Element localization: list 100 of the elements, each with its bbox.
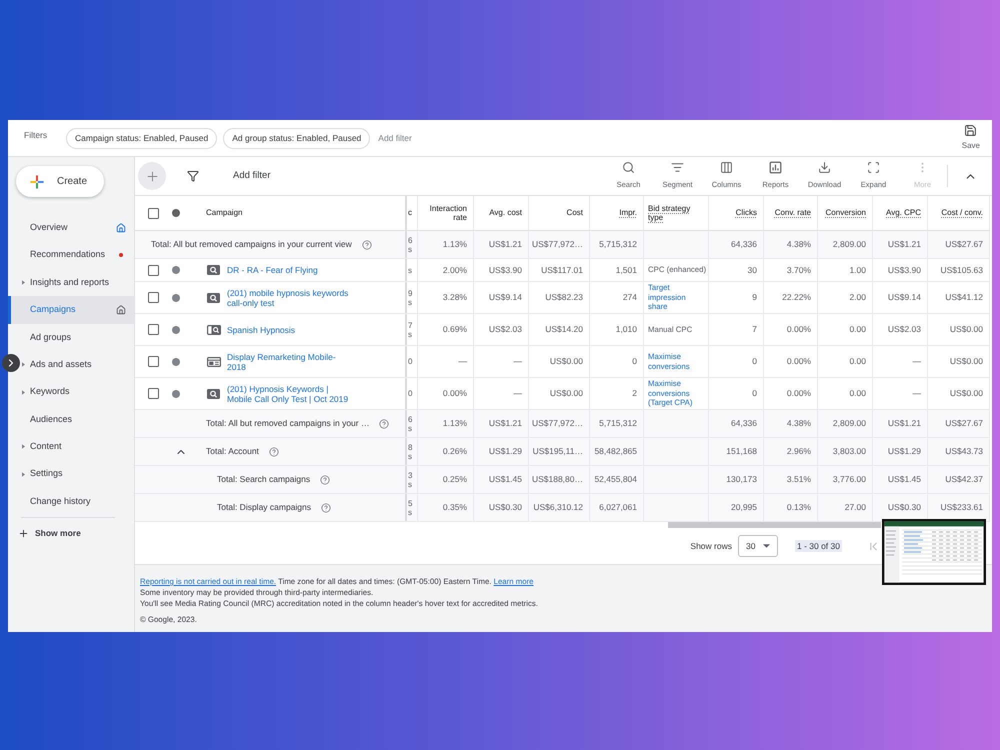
total-label: Total: All but removed campaigns in your … [206,417,370,430]
add-button[interactable] [138,162,166,190]
column-header[interactable]: Conversion [818,196,873,230]
campaign-link[interactable]: DR - RA - Fear of Flying [227,265,352,275]
table-cell: 0.69% [418,314,474,345]
table-cell: 5,715,312 [590,410,644,437]
table-cell: US$9.14 [873,282,928,313]
campaign-link[interactable]: Spanish Hypnosis [227,324,352,334]
nav-item[interactable]: Insights and reports [20,268,134,296]
filter-icon[interactable] [187,170,199,182]
table-cell: 6 s [407,410,418,437]
table-cell: — [418,346,474,377]
add-filter-link[interactable]: Add filter [233,168,270,184]
table-cell: 3.70% [764,259,818,281]
sidebar-toggle-button[interactable] [2,354,20,372]
column-header: c [407,196,418,230]
column-header[interactable]: Cost [529,196,590,230]
help-icon[interactable] [321,502,332,512]
column-header[interactable]: Cost / conv. [928,196,990,230]
columns-icon [720,161,733,174]
nav-item[interactable]: Change history [20,488,134,516]
column-header[interactable]: Interaction rate [418,196,474,230]
table-cell: 0.25% [418,466,474,493]
row-checkbox[interactable] [148,208,159,218]
row-checkbox[interactable] [148,356,159,367]
nav-item[interactable]: Ads and assets [20,350,134,378]
create-button[interactable]: Create [16,166,104,197]
help-icon[interactable] [320,474,330,484]
table-cell: 0.00 [818,378,873,409]
table-cell: 2,809.00 [818,410,873,437]
table-cell: 0 [407,346,418,377]
download-icon [818,161,831,174]
nav-item[interactable]: Settings [20,460,134,488]
nav-item[interactable]: Keywords [20,378,134,406]
table-cell: US$0.00 [529,346,590,377]
total-label: Total: Account [206,445,259,458]
table-cell: 6,027,061 [590,494,644,521]
nav-item[interactable]: Campaigns [8,296,134,324]
table-cell: 9 s [407,282,418,313]
table-cell: 0.35% [418,494,474,521]
row-checkbox[interactable] [148,324,159,335]
nav-item[interactable]: Audiences [20,406,134,434]
table-cell: 4.38% [764,410,818,437]
table-cell: 0.00% [764,378,818,409]
column-header[interactable]: Avg. CPC [873,196,928,230]
lines-icon [671,161,684,174]
column-header[interactable]: Clicks [709,196,764,230]
add-filter-link[interactable]: Add filter [378,132,412,144]
plus-icon [18,528,29,539]
campaign-link[interactable]: Display Remarketing Mobile-2018 [227,352,352,372]
table-cell: US$27.67 [928,410,990,437]
table-cell: 0 [590,346,644,377]
column-header[interactable]: Avg. cost [474,196,529,230]
table-cell: 0.00 [818,346,873,377]
panel-magnifier-icon [207,324,221,334]
table-cell: 64,336 [709,410,764,437]
table-cell: US$2.03 [873,314,928,345]
nav-item[interactable]: Overview [20,214,134,242]
table-cell: US$1.45 [873,466,928,493]
nav-item[interactable]: Recommendations [20,241,134,269]
help-icon[interactable] [379,418,390,428]
table-cell: 8 s [407,438,418,465]
plus-icon [30,174,44,188]
nav-item[interactable]: Content [20,433,134,461]
campaign-link[interactable]: (201) Hypnosis Keywords | Mobile Call Only Test | Oct 2019 [227,384,352,404]
table-cell: US$1.21 [873,410,928,437]
help-icon[interactable] [268,446,279,456]
magnifier-tile-icon [207,292,220,302]
save-button[interactable]: Save [962,124,980,152]
corner-brackets-icon [867,161,880,174]
table-cell: — [474,378,529,409]
table-cell: 3 s [407,466,418,493]
table-cell: 1.13% [418,410,474,437]
column-header[interactable]: Impr. [590,196,644,230]
help-icon[interactable] [362,240,372,250]
show-more-button[interactable]: Show more [8,518,134,548]
table-cell: 2.00% [418,259,474,281]
table-cell: 30 [709,259,764,281]
table-cell: — [474,346,529,377]
row-checkbox[interactable] [148,388,159,399]
filter-chip[interactable]: Ad group status: Enabled, Paused [223,128,370,148]
rows-select[interactable]: 30 [738,535,778,557]
horizontal-scrollbar[interactable] [668,522,881,528]
column-header[interactable]: Campaign [206,207,242,219]
table-cell: US$3.90 [873,259,928,281]
table-cell: US$1.21 [474,231,529,258]
table-cell: US$77,972… [529,231,590,258]
filters-label: Filters [24,128,48,142]
table-cell: 1,501 [590,259,644,281]
table-cell: US$14.20 [529,314,590,345]
table-cell: 2 [590,378,644,409]
column-header[interactable]: Bid strategy type [644,196,709,230]
column-header[interactable]: Conv. rate [764,196,818,230]
campaign-link[interactable]: (201) mobile hypnosis keywords call-only test [227,288,352,308]
table-cell: 22.22% [764,282,818,313]
filter-chip[interactable]: Campaign status: Enabled, Paused [66,128,218,148]
row-checkbox[interactable] [148,264,159,276]
nav-item[interactable]: Ad groups [20,324,134,351]
table-cell: s [407,259,418,281]
row-checkbox[interactable] [148,292,159,303]
